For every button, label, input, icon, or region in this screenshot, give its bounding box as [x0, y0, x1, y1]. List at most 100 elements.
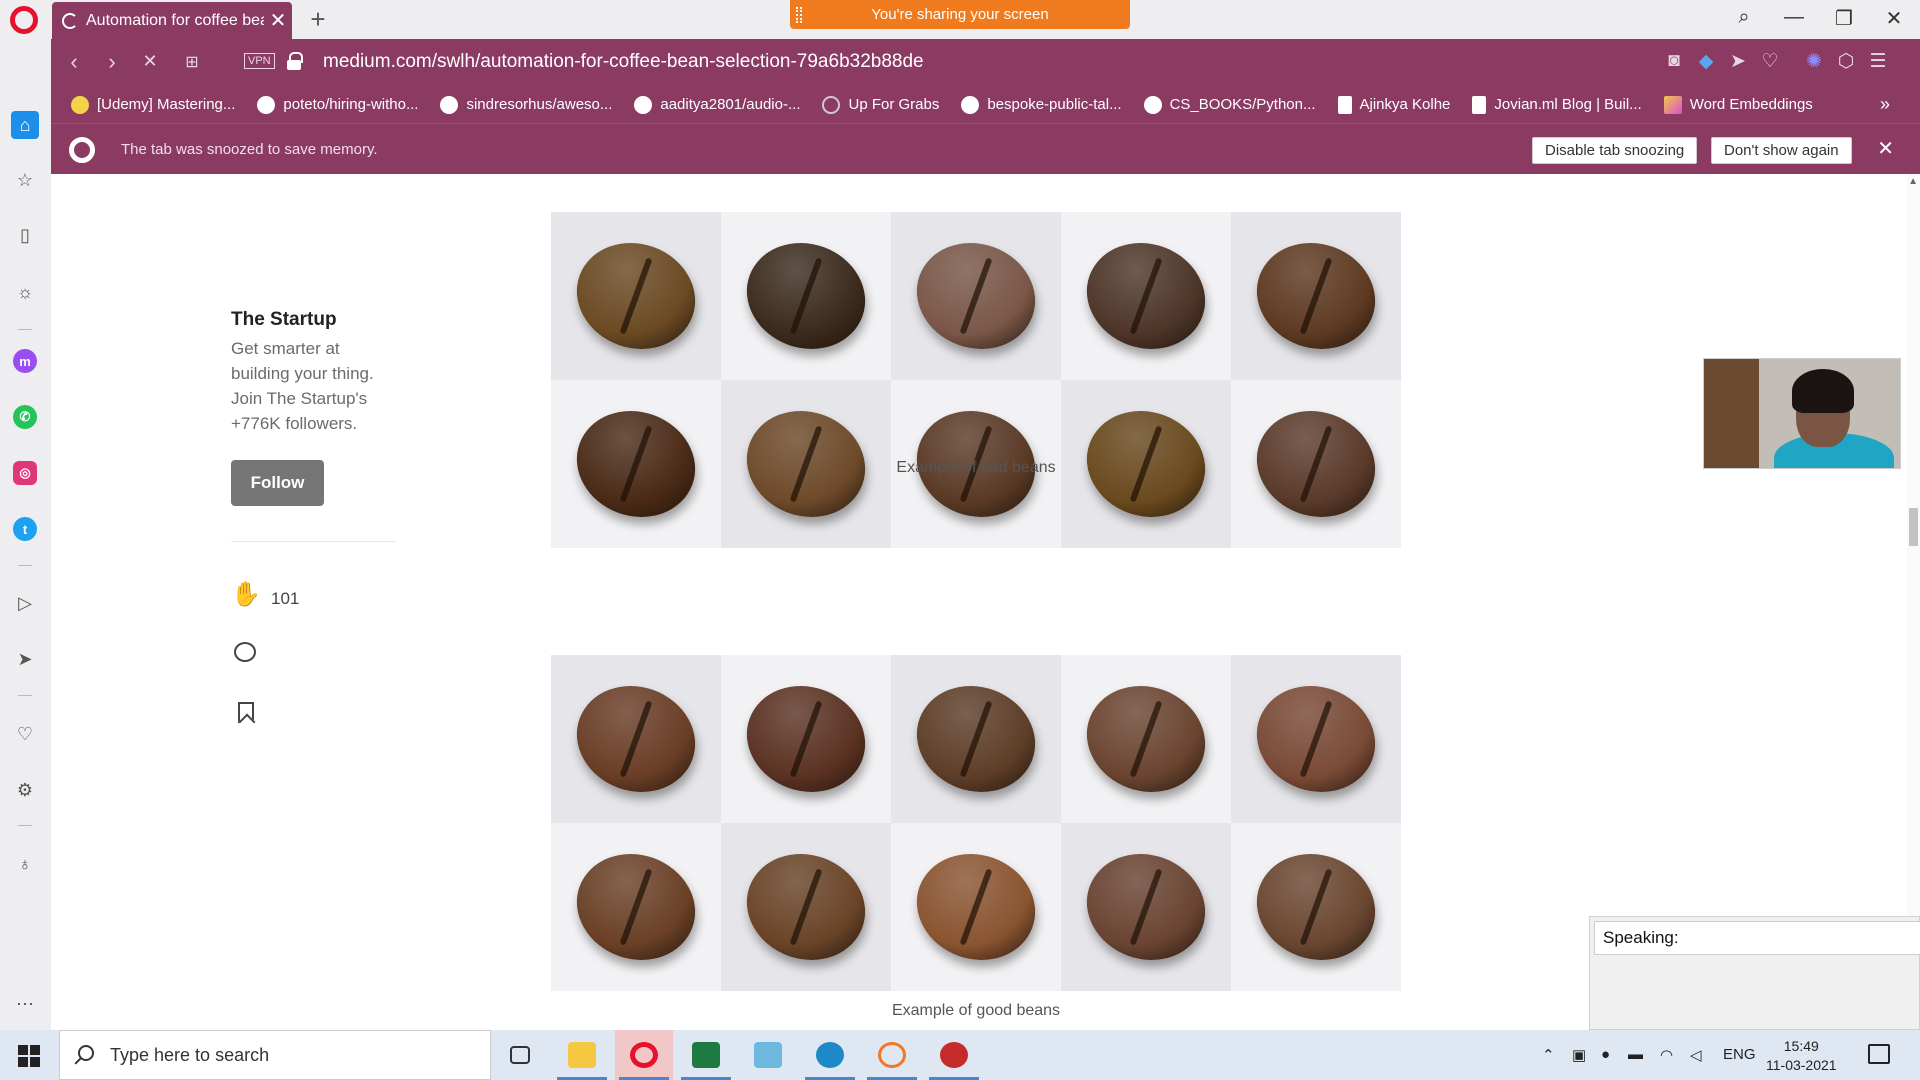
app-tray-icon[interactable] — [925, 1030, 983, 1080]
new-tab-button[interactable]: + — [304, 4, 332, 35]
opera-logo-icon[interactable] — [10, 6, 38, 34]
bookmark-item[interactable]: sindresorhus/aweso... — [440, 95, 613, 114]
back-icon[interactable]: ‹ — [61, 49, 87, 75]
sharing-text: You're sharing your screen — [871, 6, 1049, 23]
webcam-video-overlay[interactable] — [1703, 358, 1901, 469]
active-tab[interactable]: Automation for coffee bean ✕ — [52, 2, 292, 39]
dont-show-again-button[interactable]: Don't show again — [1711, 137, 1852, 164]
snooze-close-icon[interactable]: ✕ — [1877, 136, 1894, 161]
drag-grip-icon[interactable] — [796, 7, 802, 23]
bean-photo-tile — [721, 212, 891, 380]
bookmark-item[interactable]: aaditya2801/audio-... — [634, 95, 801, 114]
opera-taskbar-icon[interactable] — [615, 1030, 673, 1080]
tab-close-icon[interactable]: ✕ — [264, 8, 292, 33]
heart-icon[interactable]: ♡ — [1757, 50, 1783, 73]
extension-burst-icon[interactable]: ✺ — [1801, 50, 1827, 73]
taskbar-search-box[interactable]: Type here to search — [59, 1030, 491, 1080]
close-window-button[interactable]: ✕ — [1878, 6, 1910, 31]
shopping-bag-icon[interactable]: ▯ — [13, 223, 37, 247]
star-icon[interactable]: ☆ — [13, 168, 37, 192]
comment-icon[interactable] — [234, 642, 256, 662]
scroll-thumb[interactable] — [1909, 508, 1918, 546]
home-icon[interactable]: ⌂ — [11, 111, 39, 139]
bookmark-item[interactable]: Up For Grabs — [822, 95, 940, 114]
show-hidden-icons[interactable]: ⌃ — [1542, 1046, 1555, 1064]
windows-taskbar: Type here to search ⌃ ▣ ● ▬ ◠ ◁ ENG 15:4… — [0, 1030, 1920, 1080]
bookmark-item[interactable]: poteto/hiring-witho... — [257, 95, 418, 114]
bookmarks-more-icon[interactable]: » — [1880, 94, 1890, 115]
bookmark-label: sindresorhus/aweso... — [466, 96, 613, 113]
camera-icon[interactable]: ◙ — [1661, 50, 1687, 72]
battery-icon[interactable]: ▬ — [1628, 1046, 1643, 1063]
twitter-icon[interactable]: t — [13, 517, 37, 541]
publication-name[interactable]: The Startup — [231, 309, 337, 331]
follow-button[interactable]: Follow — [231, 460, 324, 506]
bookmark-label: aaditya2801/audio-... — [660, 96, 801, 113]
messenger-icon[interactable]: m — [13, 349, 37, 373]
url-field[interactable]: medium.com/swlh/automation-for-coffee-be… — [323, 51, 924, 73]
search-tabs-icon[interactable]: ⌕ — [1728, 6, 1760, 29]
bean-photo-tile — [1231, 823, 1401, 991]
github-icon — [961, 95, 980, 114]
language-indicator[interactable]: ENG — [1723, 1046, 1756, 1063]
cube-icon[interactable]: ⬡ — [1833, 50, 1859, 73]
edge-icon[interactable] — [801, 1030, 859, 1080]
bean-photo-tile — [1061, 823, 1231, 991]
instagram-icon[interactable]: ◎ — [13, 461, 37, 485]
bookmark-icon[interactable] — [238, 702, 254, 723]
video-background — [1704, 359, 1759, 468]
heart-icon[interactable]: ♡ — [13, 722, 37, 746]
more-dots-icon[interactable]: ⋯ — [13, 992, 37, 1016]
bookmark-item[interactable]: Jovian.ml Blog | Buil... — [1472, 95, 1642, 114]
disable-snoozing-button[interactable]: Disable tab snoozing — [1532, 137, 1698, 164]
forward-icon[interactable]: › — [99, 49, 125, 75]
settings-icon[interactable]: ⚙ — [13, 778, 37, 802]
screen-sharing-banner[interactable]: You're sharing your screen — [790, 0, 1130, 29]
lightbulb-icon[interactable]: ♁ — [13, 852, 37, 876]
lock-icon[interactable] — [287, 52, 303, 70]
bookmark-label: CS_BOOKS/Python... — [1169, 96, 1316, 113]
bean-photo-tile — [551, 823, 721, 991]
volume-icon[interactable]: ◁ — [1690, 1046, 1702, 1064]
bookmark-item[interactable]: Word Embeddings — [1663, 95, 1813, 114]
whatsapp-icon[interactable]: ✆ — [13, 405, 37, 429]
taskbar-clock[interactable]: 15:49 11-03-2021 — [1766, 1037, 1837, 1075]
restore-button[interactable]: ❐ — [1828, 6, 1860, 31]
stop-loading-icon[interactable]: ✕ — [137, 51, 163, 72]
sidebar-divider — [231, 541, 396, 542]
microphone-icon[interactable]: ● — [1601, 1046, 1610, 1063]
meet-now-icon[interactable]: ▣ — [1572, 1046, 1586, 1064]
wifi-icon[interactable]: ◠ — [1660, 1046, 1673, 1064]
task-view-icon[interactable] — [491, 1030, 549, 1080]
jupyter-icon[interactable] — [863, 1030, 921, 1080]
scroll-up-icon[interactable]: ▲ — [1908, 176, 1918, 187]
player-icon[interactable]: ▷ — [13, 591, 37, 615]
vpn-badge[interactable]: VPN — [244, 53, 275, 69]
sun-icon[interactable]: ☼ — [13, 280, 37, 304]
opera-sidebar: ⌂ ☆ ▯ ☼ m ✆ ◎ t ▷ ➤ ♡ ⚙ ♁ ⋯ — [0, 39, 51, 1030]
excel-icon[interactable] — [677, 1030, 735, 1080]
sidebar-separator — [18, 825, 32, 826]
scrollbar[interactable]: ▲ — [1907, 174, 1920, 1030]
notepad-icon[interactable] — [739, 1030, 797, 1080]
bad-beans-caption: Example of bad beans — [896, 459, 1056, 476]
bookmark-item[interactable]: CS_BOOKS/Python... — [1143, 95, 1316, 114]
minimize-button[interactable]: — — [1778, 6, 1810, 29]
snooze-message: The tab was snoozed to save memory. — [121, 141, 378, 158]
shield-icon[interactable]: ◆ — [1693, 50, 1719, 73]
notifications-icon[interactable] — [1868, 1044, 1890, 1064]
file-explorer-icon[interactable] — [553, 1030, 611, 1080]
bean-photo-tile — [1061, 212, 1231, 380]
bookmark-label: Jovian.ml Blog | Buil... — [1494, 96, 1642, 113]
bookmark-label: Up For Grabs — [848, 96, 940, 113]
github-icon — [634, 95, 653, 114]
tab-grid-icon[interactable]: ⊞ — [179, 52, 205, 72]
easy-setup-icon[interactable]: ☰ — [1865, 50, 1891, 73]
bookmark-item[interactable]: Ajinkya Kolhe — [1337, 95, 1450, 114]
send-icon[interactable]: ➤ — [1725, 50, 1751, 73]
bookmark-item[interactable]: [Udemy] Mastering... — [71, 95, 235, 114]
send-icon[interactable]: ➤ — [13, 647, 37, 671]
clap-icon[interactable]: ✋ — [231, 580, 261, 608]
windows-start-icon[interactable] — [18, 1045, 40, 1067]
bookmark-item[interactable]: bespoke-public-tal... — [961, 95, 1122, 114]
